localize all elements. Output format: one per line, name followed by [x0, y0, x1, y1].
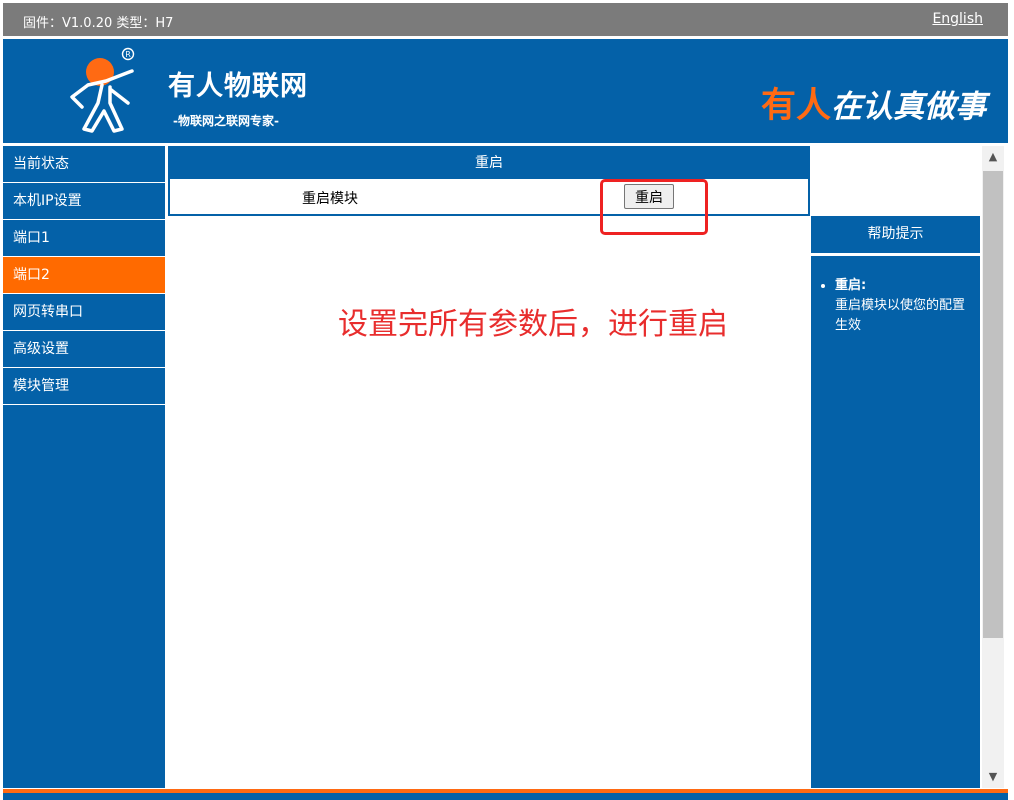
company-logo-icon: R	[70, 47, 135, 133]
tagline-brand: 有人	[760, 86, 831, 126]
help-item: 重启: 重启模块以使您的配置生效	[835, 276, 970, 336]
sidebar-item-advanced-settings[interactable]: 高级设置	[3, 331, 165, 368]
sidebar-item-local-ip-settings[interactable]: 本机IP设置	[3, 183, 165, 220]
main-content: 重启 重启模块 重启 设置完所有参数后，进行重启	[168, 146, 810, 788]
help-list: 重启: 重启模块以使您的配置生效	[811, 256, 980, 336]
company-name: 有人物联网	[168, 71, 308, 102]
sidebar-item-current-status[interactable]: 当前状态	[3, 146, 165, 183]
bottom-bar	[3, 789, 1008, 800]
tagline-text: 在认真做事	[831, 89, 986, 125]
help-panel: 重启: 重启模块以使您的配置生效	[811, 256, 980, 788]
sidebar-item-port-1[interactable]: 端口1	[3, 220, 165, 257]
scroll-up-arrow-icon[interactable]: ▲	[982, 146, 1004, 168]
top-bar: 固件：V1.0.20 类型：H7 English	[3, 3, 1008, 36]
scroll-down-arrow-icon[interactable]: ▼	[982, 766, 1004, 788]
restart-panel-title: 重启	[170, 148, 808, 179]
sidebar-item-module-management[interactable]: 模块管理	[3, 368, 165, 405]
firmware-info: 固件：V1.0.20 类型：H7	[23, 16, 174, 31]
scrollbar-thumb[interactable]	[983, 171, 1003, 638]
sidebar-item-port-2[interactable]: 端口2	[3, 257, 165, 294]
help-item-text: 重启模块以使您的配置生效	[835, 298, 966, 333]
restart-panel: 重启 重启模块 重启	[168, 146, 810, 216]
english-language-link[interactable]: English	[932, 11, 983, 27]
restart-highlight-box	[600, 179, 708, 235]
company-slogan: -物联网之联网专家-	[173, 114, 279, 128]
restart-module-label: 重启模块	[302, 191, 358, 207]
svg-text:R: R	[125, 50, 131, 59]
vertical-scrollbar[interactable]: ▲ ▼	[982, 146, 1004, 788]
tagline: 有人在认真做事	[761, 77, 986, 128]
help-panel-title: 帮助提示	[811, 216, 980, 253]
restart-row: 重启模块 重启	[170, 179, 808, 214]
annotation-text: 设置完所有参数后，进行重启	[338, 307, 728, 342]
sidebar-item-web-to-serial[interactable]: 网页转串口	[3, 294, 165, 331]
header-banner: R 有人物联网 -物联网之联网专家- 有人在认真做事	[3, 39, 1008, 143]
help-item-title: 重启:	[835, 278, 867, 293]
sidebar-nav: 当前状态 本机IP设置 端口1 端口2 网页转串口 高级设置 模块管理	[3, 146, 165, 788]
